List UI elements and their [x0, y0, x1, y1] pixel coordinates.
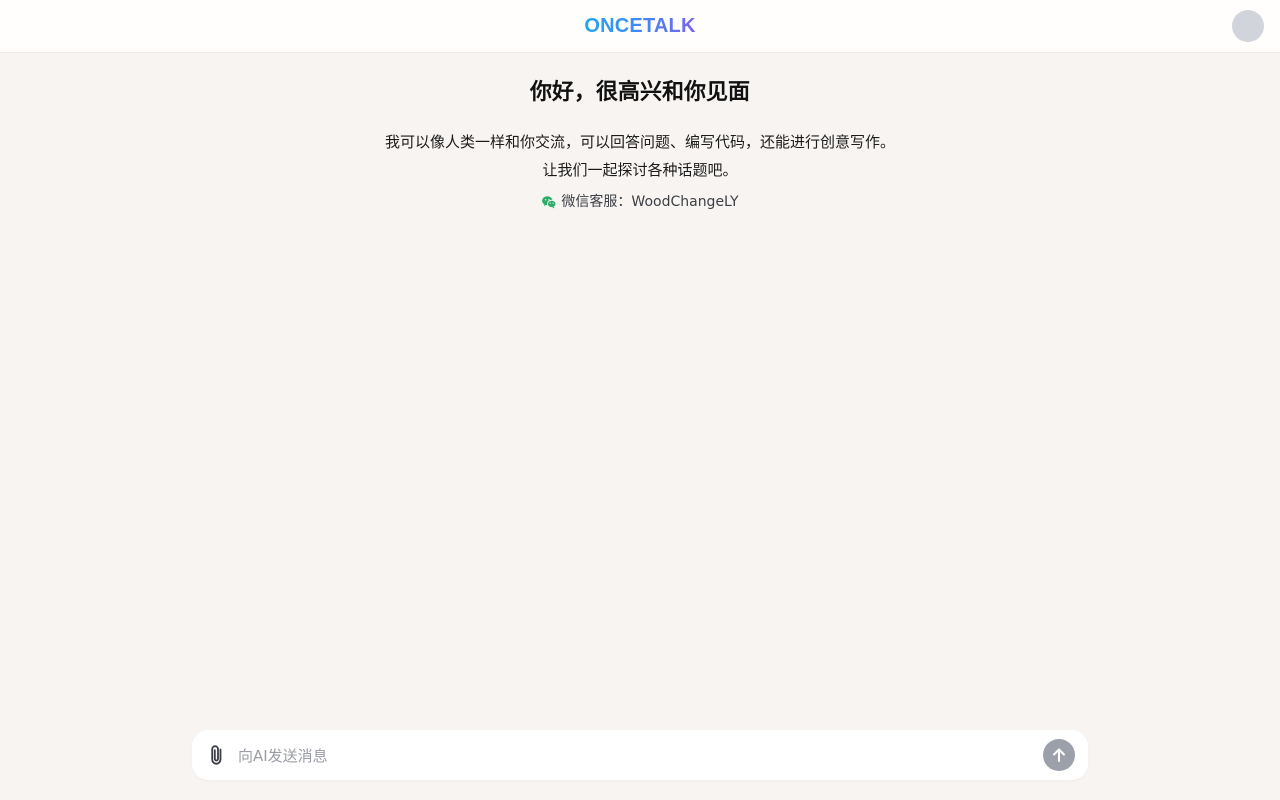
welcome-title: 你好，很高兴和你见面: [529, 80, 750, 105]
brand-text: ONCETALK: [584, 15, 696, 37]
attach-button[interactable]: [206, 743, 228, 767]
welcome-description-line-1: 我可以像人类一样和你交流，可以回答问题、编写代码，还能进行创意写作。: [384, 133, 895, 151]
welcome-description: 我可以像人类一样和你交流，可以回答问题、编写代码，还能进行创意写作。 让我们一起…: [0, 128, 1280, 184]
top-bar: ONCETALK: [0, 0, 1280, 52]
wechat-icon: [542, 196, 557, 209]
welcome-description-line-2: 让我们一起探讨各种话题吧。: [542, 161, 738, 179]
message-composer: [192, 730, 1088, 780]
paperclip-icon: [211, 745, 222, 765]
user-avatar[interactable]: [1232, 10, 1264, 42]
welcome-panel: 你好，很高兴和你见面 我可以像人类一样和你交流，可以回答问题、编写代码，还能进行…: [0, 78, 1280, 215]
send-button[interactable]: [1043, 739, 1075, 771]
brand-logo[interactable]: ONCETALK: [0, 14, 1280, 38]
message-input[interactable]: [236, 740, 1030, 772]
wechat-support: 微信客服：WoodChangeLY: [541, 192, 739, 212]
wechat-support-text: 微信客服：WoodChangeLY: [561, 194, 739, 210]
arrow-up-icon: [1053, 748, 1065, 762]
